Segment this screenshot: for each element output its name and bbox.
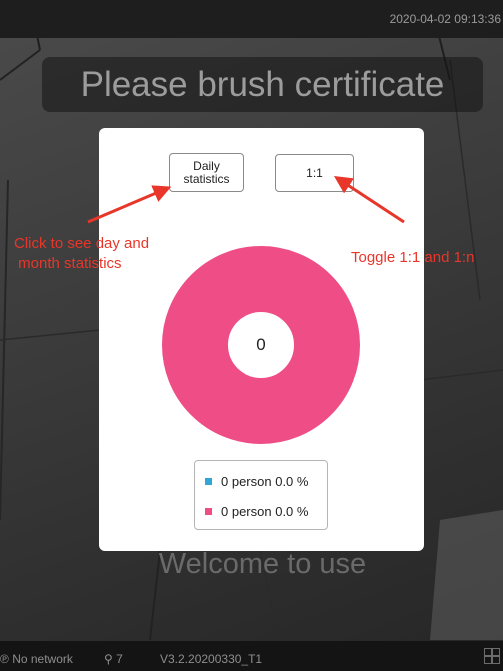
legend-item: 0 person 0.0 % bbox=[205, 474, 308, 489]
donut-center-label: 0 bbox=[256, 335, 266, 354]
annotation-mode-toggle: Toggle 1:1 and 1:n bbox=[351, 249, 475, 266]
prompt-text: Please brush certificate bbox=[80, 64, 445, 104]
version-label: V3.2.20200330_T1 bbox=[160, 652, 263, 666]
network-status-label: No network bbox=[12, 652, 73, 666]
mode-toggle-label: 1:1 bbox=[306, 165, 323, 180]
legend-swatch-blue bbox=[205, 478, 212, 486]
network-status: ℗ No network bbox=[0, 652, 73, 666]
user-count: ⚲ 7 bbox=[104, 652, 123, 666]
statistics-panel: Daily statistics 1:1 0 0 person 0.0 % 0 … bbox=[99, 128, 424, 551]
datetime-display: 2020-04-02 09:13:36 bbox=[389, 12, 501, 26]
daily-statistics-button[interactable]: Daily statistics bbox=[169, 153, 244, 192]
top-status-bar: 2020-04-02 09:13:36 bbox=[0, 0, 503, 38]
mode-toggle-button[interactable]: 1:1 bbox=[275, 154, 354, 192]
prompt-banner: Please brush certificate bbox=[42, 57, 483, 112]
legend-count: 0 person bbox=[221, 504, 272, 519]
legend-percent: 0.0 % bbox=[275, 504, 309, 519]
annotation-daily-statistics: Click to see day and month statistics bbox=[14, 235, 150, 272]
legend-percent: 0.0 % bbox=[275, 474, 309, 489]
legend-item: 0 person 0.0 % bbox=[205, 504, 308, 519]
person-icon: ⚲ bbox=[104, 652, 113, 666]
daily-statistics-label: Daily statistics bbox=[183, 158, 230, 186]
welcome-text: Welcome to use bbox=[158, 548, 367, 580]
network-icon: ℗ bbox=[0, 652, 9, 666]
bottom-status-bar: ℗ No network ⚲ 7 V3.2.20200330_T1 bbox=[0, 641, 503, 671]
legend-swatch-pink bbox=[205, 508, 212, 516]
grid-icon[interactable] bbox=[484, 648, 500, 664]
legend-count: 0 person bbox=[221, 474, 272, 489]
user-count-value: 7 bbox=[116, 652, 123, 666]
chart-legend: 0 person 0.0 % 0 person 0.0 % bbox=[194, 460, 328, 530]
